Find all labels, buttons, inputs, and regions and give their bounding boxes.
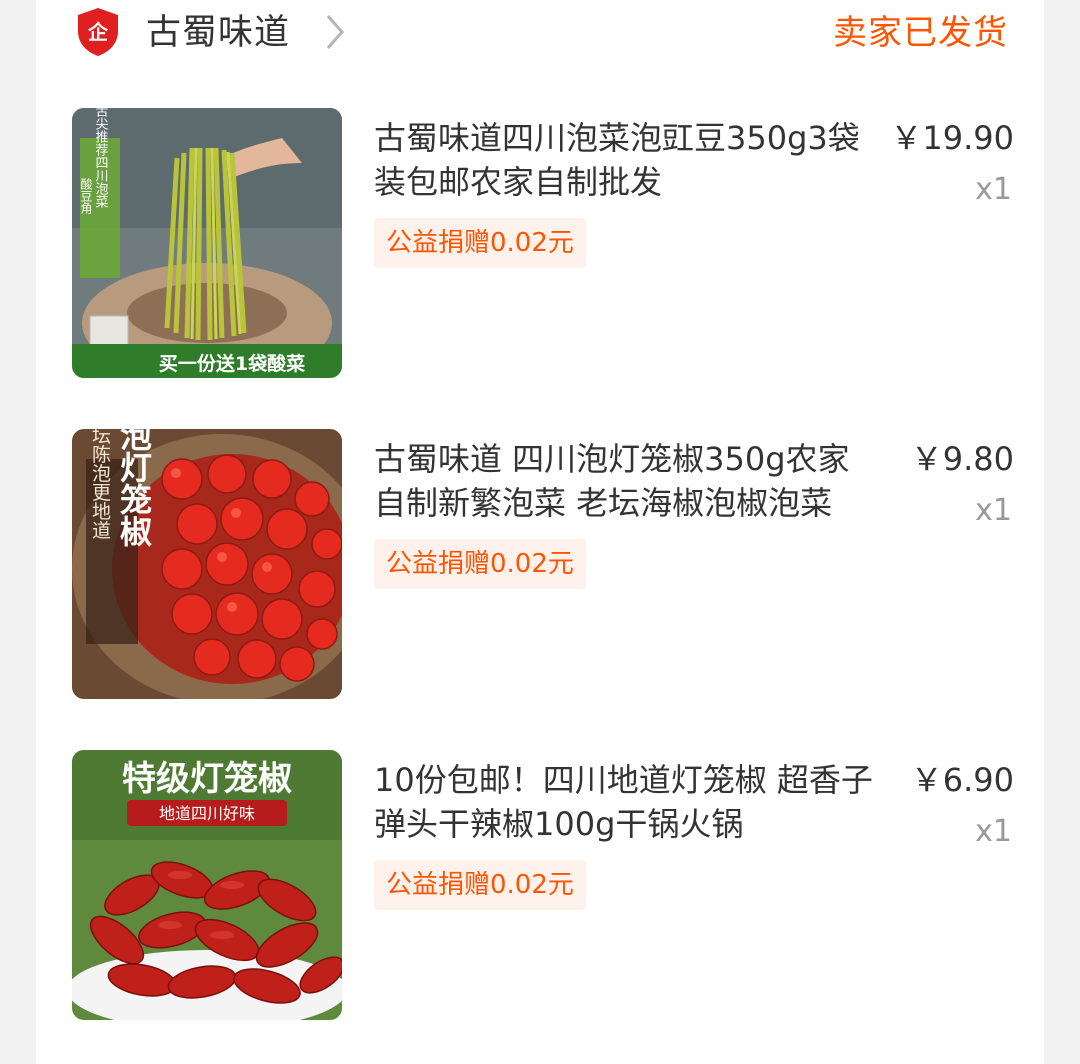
- order-item-2[interactable]: 泡灯笼椒 老坛陈泡更地道 古蜀味道 四川泡灯笼椒350g农家自制新繁泡菜 老坛海…: [36, 429, 1044, 705]
- image-big-text: 泡灯笼椒: [115, 429, 153, 547]
- order-card: 企 古蜀味道 卖家已发货 舌尖推荐四川泡菜 酸豆角 买一份送1袋酸菜 古蜀味道四…: [36, 0, 1044, 1064]
- order-status: 卖家已发货: [833, 13, 1008, 53]
- shop-logo-icon: 企: [78, 8, 118, 56]
- shop-logo-text: 企: [87, 20, 109, 44]
- product-title[interactable]: 10份包邮！四川地道灯笼椒 超香子弹头干辣椒100g干锅火锅: [374, 758, 879, 846]
- product-title[interactable]: 古蜀味道四川泡菜泡豇豆350g3袋装包邮农家自制批发: [374, 116, 879, 204]
- product-title[interactable]: 古蜀味道 四川泡灯笼椒350g农家自制新繁泡菜 老坛海椒泡椒泡菜: [374, 437, 879, 525]
- product-quantity: x1: [975, 172, 1012, 207]
- image-banner-text: 买一份送1袋酸菜: [159, 352, 305, 375]
- product-price: ￥6.90: [910, 761, 1014, 799]
- product-price: ￥9.80: [910, 440, 1014, 478]
- product-image-pickled-beans[interactable]: 舌尖推荐四川泡菜 酸豆角 买一份送1袋酸菜: [72, 108, 342, 378]
- image-big-text: 特级灯笼椒: [122, 759, 292, 799]
- image-side-text: 舌尖推荐四川泡菜: [93, 108, 109, 208]
- image-side-text-2: 酸豆角: [79, 177, 93, 215]
- shop-header[interactable]: 企 古蜀味道 卖家已发货: [36, 0, 1044, 72]
- product-image-dried-chili[interactable]: 特级灯笼椒 地道四川好味: [72, 750, 342, 1020]
- donation-badge: 公益捐赠0.02元: [374, 218, 586, 268]
- order-item-3[interactable]: 特级灯笼椒 地道四川好味 10份包邮！四川地道灯笼椒 超香子弹头干辣椒100g干…: [36, 750, 1044, 1026]
- order-item-1[interactable]: 舌尖推荐四川泡菜 酸豆角 买一份送1袋酸菜 古蜀味道四川泡菜泡豇豆350g3袋装…: [36, 108, 1044, 384]
- chevron-right-icon[interactable]: [322, 12, 348, 52]
- product-price: ￥19.90: [890, 119, 1014, 157]
- shop-name[interactable]: 古蜀味道: [146, 10, 290, 56]
- image-side-text: 老坛陈泡更地道: [89, 429, 111, 540]
- product-quantity: x1: [975, 493, 1012, 528]
- product-quantity: x1: [975, 814, 1012, 849]
- donation-badge: 公益捐赠0.02元: [374, 539, 586, 589]
- image-sub-text: 地道四川好味: [159, 804, 255, 823]
- product-image-pickled-peppers[interactable]: 泡灯笼椒 老坛陈泡更地道: [72, 429, 342, 699]
- donation-badge: 公益捐赠0.02元: [374, 860, 586, 910]
